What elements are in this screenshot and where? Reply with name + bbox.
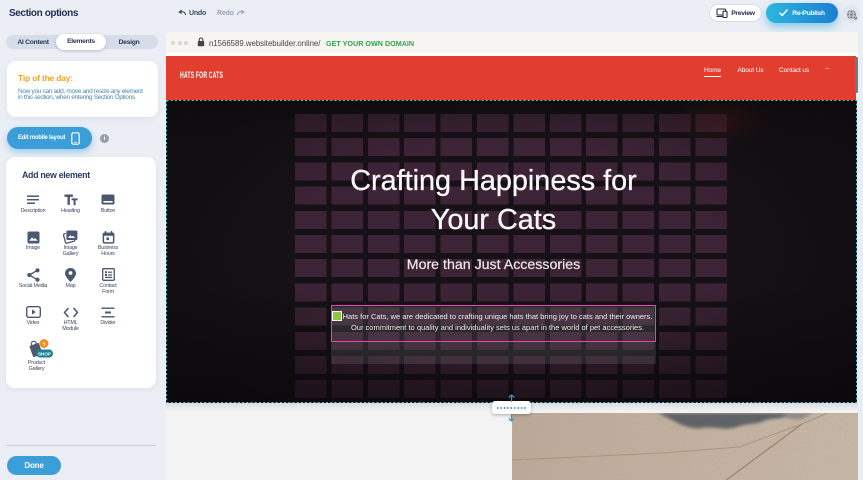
svg-text:SHOP: SHOP	[38, 351, 51, 356]
